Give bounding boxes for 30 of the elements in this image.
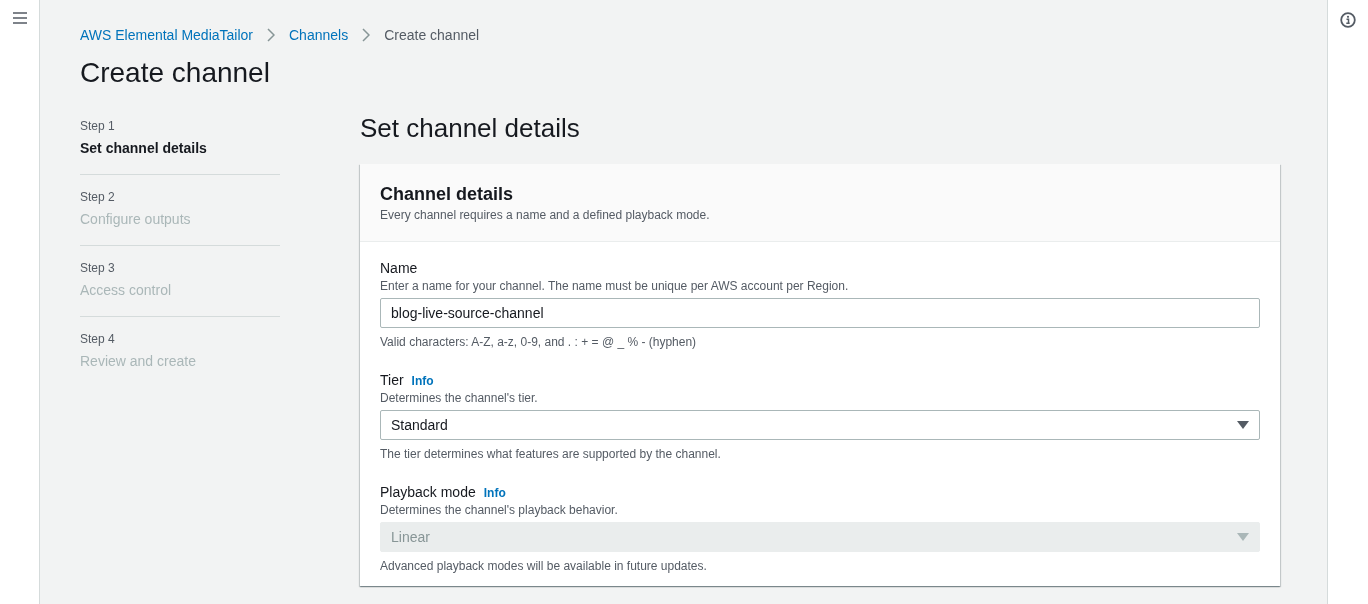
step-number: Step 4 [80,331,116,347]
page-title: Create channel [80,56,271,90]
info-icon[interactable] [1340,12,1356,28]
section-title: Set channel details [360,112,581,144]
chevron-right-icon [267,28,275,42]
field-description: Determines the channel's tier. [380,390,539,406]
field-constraint: The tier determines what features are supported by the channel. [380,446,722,462]
breadcrumb-link[interactable]: AWS Elemental MediaTailor [80,27,253,43]
chevron-right-icon [362,28,371,42]
step-number: Step 2 [80,189,116,205]
name-input-field[interactable]: blog-live-source-channel [380,298,1260,328]
field-constraint: Advanced playback modes will be available in future updates. [380,558,708,574]
breadcrumb-link[interactable]: Channels [289,27,349,43]
breadcrumb-current: Create channel [384,27,480,43]
step-number: Step 3 [80,260,116,276]
field-label: Tier [380,371,404,390]
container-description: Every channel requires a name and a defined playback mode. [380,207,711,223]
caret-down-icon [1237,421,1249,429]
caret-down-icon [1237,533,1249,541]
field-description: Determines the channel's playback behavior. [380,502,619,518]
select-dropdown[interactable]: Standard [380,410,1260,440]
field-label: Name [380,259,418,278]
step-number: Step 1 [80,118,116,134]
info-link[interactable]: Info [411,374,434,388]
field-constraint: Valid characters: A-Z, a-z, 0-9, and . : + = @ _ % - (hyphen) [380,334,698,350]
step-title[interactable]: Set channel details [80,138,280,158]
container-title: Channel details [380,183,515,205]
field-label: Playback mode [380,483,476,502]
menu-icon[interactable] [12,12,27,24]
field-description: Enter a name for your channel. The name must be unique per AWS account per Region. [380,278,850,294]
